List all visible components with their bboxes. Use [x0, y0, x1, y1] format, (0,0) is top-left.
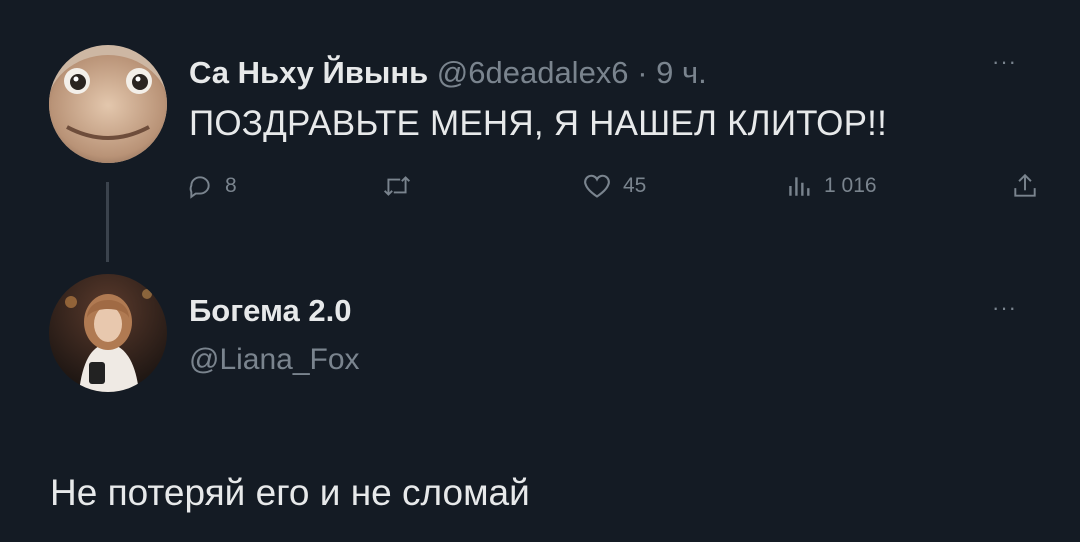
retweet-button[interactable]: [382, 168, 424, 204]
thread-connector-line: [106, 182, 109, 262]
reply-button[interactable]: 8: [187, 168, 237, 204]
header-separator: ·: [637, 55, 648, 90]
author-avatar[interactable]: [49, 45, 167, 163]
views-bars-icon: [789, 177, 810, 196]
reply-author-avatar[interactable]: [49, 274, 167, 392]
more-dots-icon[interactable]: ···: [992, 297, 1017, 319]
reply-author-handle[interactable]: @Liana_Fox: [189, 343, 360, 377]
reply-author-display-name[interactable]: Богема 2.0: [189, 293, 351, 329]
share-icon: [1014, 173, 1036, 197]
author-display-name[interactable]: Са Ньху Йвынь: [189, 55, 428, 90]
author-handle[interactable]: @6deadalex6: [437, 55, 629, 90]
like-count: 45: [623, 174, 647, 197]
more-dots-icon[interactable]: ···: [992, 51, 1017, 73]
retweet-icon: [383, 176, 411, 196]
view-count: 1 016: [824, 174, 877, 197]
tweet-timestamp[interactable]: 9 ч.: [656, 55, 707, 90]
like-button[interactable]: 45: [583, 168, 646, 204]
reply-count: 8: [225, 174, 237, 197]
reply-text: Не потеряй его и не сломай: [50, 472, 530, 513]
reply-bubble-icon: [189, 176, 210, 199]
tweet-header: Са Ньху Йвынь @6deadalex6 · 9 ч.: [189, 55, 707, 91]
views-button[interactable]: 1 016: [786, 168, 877, 204]
tweet-text: ПОЗДРАВЬТЕ МЕНЯ, Я НАШЕЛ КЛИТОР!!: [189, 104, 888, 143]
heart-icon: [584, 174, 610, 198]
share-button[interactable]: [1012, 168, 1038, 204]
